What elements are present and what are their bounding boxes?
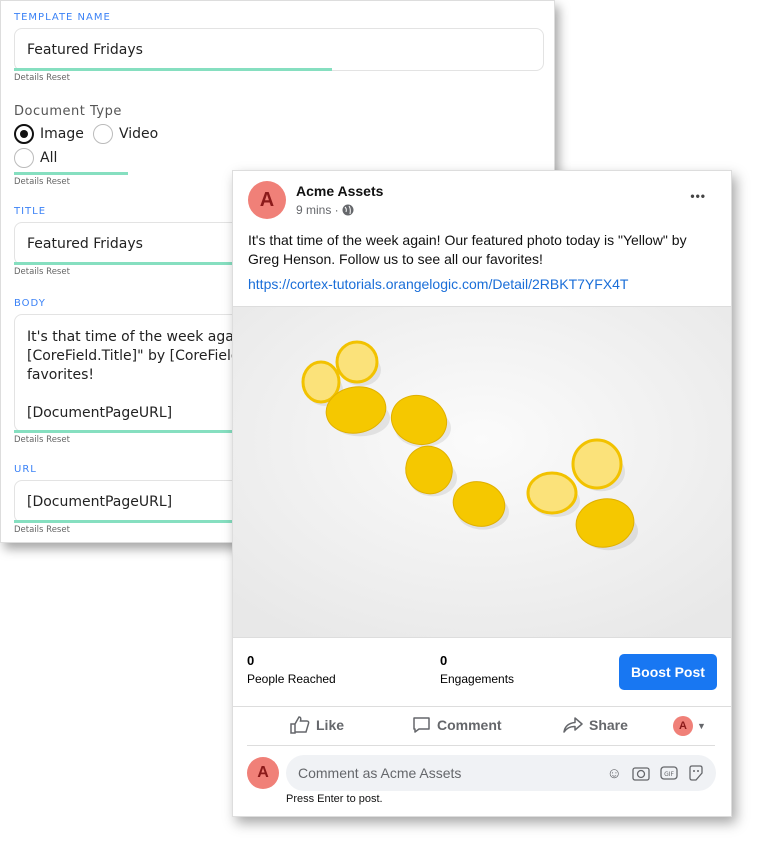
body-label: BODY — [14, 298, 46, 309]
radio-circle[interactable] — [14, 124, 34, 144]
comment-icon — [413, 717, 430, 733]
post-image-lemons[interactable] — [233, 306, 731, 638]
avatar-small: A — [673, 716, 693, 736]
gif-icon[interactable]: GIF — [660, 765, 678, 781]
emoji-icon[interactable]: ☺ — [607, 765, 622, 782]
lemon — [526, 471, 578, 515]
comment-placeholder: Comment as Acme Assets — [298, 765, 462, 781]
details-reset[interactable]: Details Reset — [14, 267, 70, 277]
like-label: Like — [316, 717, 345, 733]
title-label: TITLE — [14, 206, 47, 217]
radio-circle[interactable] — [93, 124, 113, 144]
post-time[interactable]: 9 mins · — [296, 203, 339, 217]
facebook-post-preview: A Acme Assets 9 mins · ••• It's that tim… — [232, 170, 732, 817]
like-button[interactable]: Like — [290, 716, 344, 734]
press-enter-hint: Press Enter to post. — [286, 793, 383, 805]
comment-tools: ☺ GIF — [607, 765, 704, 782]
boost-post-button[interactable]: Boost Post — [619, 654, 717, 690]
people-reached-label: People Reached — [247, 672, 336, 686]
caret-down-icon: ▼ — [697, 721, 706, 731]
people-reached-count: 0 — [247, 653, 255, 668]
globe-icon — [342, 204, 354, 216]
post-meta: 9 mins · — [296, 203, 354, 217]
engagements-count: 0 — [440, 653, 448, 668]
radio-circle[interactable] — [14, 148, 34, 168]
details-reset[interactable]: Details Reset — [14, 525, 70, 535]
document-type-label: Document Type — [14, 104, 122, 119]
commenter-avatar: A — [247, 757, 279, 789]
radio-all[interactable]: All — [14, 148, 57, 168]
comment-button[interactable]: Comment — [412, 716, 502, 734]
divider — [233, 706, 731, 707]
template-name-input[interactable]: Featured Fridays — [14, 28, 544, 71]
radio-image[interactable]: Image — [14, 124, 84, 144]
progress-bar — [14, 172, 128, 175]
lemon — [335, 340, 379, 384]
thumbs-up-icon — [290, 716, 310, 734]
post-as-selector[interactable]: A ▼ — [673, 716, 706, 736]
more-options-icon[interactable]: ••• — [690, 189, 706, 203]
comment-input[interactable]: Comment as Acme Assets ☺ GIF — [286, 755, 716, 791]
divider — [247, 745, 715, 746]
details-reset[interactable]: Details Reset — [14, 435, 70, 445]
radio-label: Video — [119, 126, 159, 142]
template-name-label: TEMPLATE NAME — [14, 12, 111, 23]
avatar: A — [248, 181, 286, 219]
engagements-label: Engagements — [440, 672, 515, 686]
radio-label: Image — [40, 126, 84, 142]
share-icon — [563, 717, 583, 733]
page-name[interactable]: Acme Assets — [296, 183, 383, 199]
radio-video[interactable]: Video — [93, 124, 158, 144]
camera-icon[interactable] — [632, 765, 650, 781]
lemon — [571, 438, 623, 490]
post-link[interactable]: https://cortex-tutorials.orangelogic.com… — [248, 276, 629, 292]
progress-bar — [14, 68, 332, 71]
details-reset[interactable]: Details Reset — [14, 73, 70, 83]
share-label: Share — [589, 717, 628, 733]
url-label: URL — [14, 464, 37, 475]
details-reset[interactable]: Details Reset — [14, 177, 70, 187]
svg-text:GIF: GIF — [664, 771, 674, 778]
comment-label: Comment — [437, 717, 502, 733]
post-text: It's that time of the week again! Our fe… — [248, 232, 687, 267]
radio-label: All — [40, 150, 58, 166]
share-button[interactable]: Share — [563, 716, 628, 734]
sticker-icon[interactable] — [688, 764, 704, 781]
